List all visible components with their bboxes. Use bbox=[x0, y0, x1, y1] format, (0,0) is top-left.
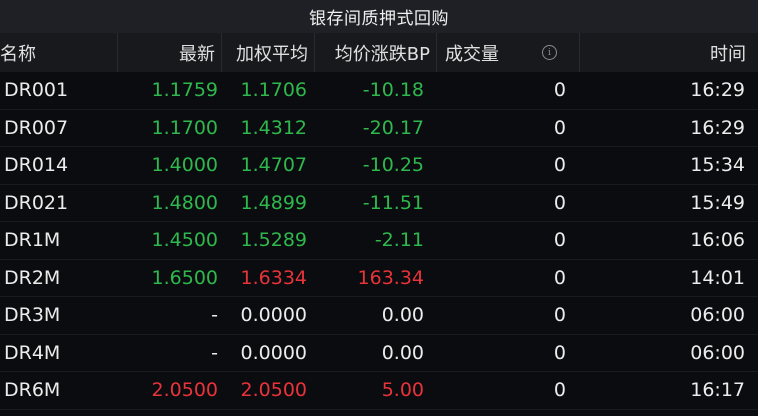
cell-weighted-avg: 1.4707 bbox=[240, 154, 307, 177]
table-row[interactable]: DR6M 2.0500 2.0500 5.00 0 16:17 bbox=[0, 372, 758, 410]
cell-time: 15:34 bbox=[690, 154, 745, 177]
repo-quote-panel: 银存间质押式回购 名称 最新 加权平均 均价涨跌BP 成交量 i 时间 DR00… bbox=[0, 0, 758, 416]
cell-time: 16:06 bbox=[690, 229, 745, 252]
cell-bp-change: -11.51 bbox=[362, 191, 424, 214]
cell-name: DR3M bbox=[4, 304, 61, 327]
table-row[interactable]: DR3M - 0.0000 0.00 0 06:00 bbox=[0, 297, 758, 335]
cell-weighted-avg: 0.0000 bbox=[240, 341, 307, 364]
info-icon[interactable]: i bbox=[542, 45, 557, 60]
cell-volume: 0 bbox=[553, 266, 566, 289]
cell-weighted-avg: 1.4899 bbox=[240, 191, 307, 214]
cell-last: 1.1700 bbox=[151, 116, 218, 139]
table-row[interactable]: DR4M - 0.0000 0.00 0 06:00 bbox=[0, 335, 758, 372]
cell-last: - bbox=[211, 304, 218, 327]
cell-name: DR014 bbox=[4, 154, 69, 177]
cell-volume: 0 bbox=[553, 116, 566, 139]
cell-last: 1.4800 bbox=[151, 191, 218, 214]
table-row[interactable]: DR2M 1.6500 1.6334 163.34 0 14:01 bbox=[0, 260, 758, 297]
panel-title: 银存间质押式回购 bbox=[0, 0, 758, 33]
cell-weighted-avg: 1.4312 bbox=[240, 116, 307, 139]
column-header-last-label: 最新 bbox=[179, 43, 215, 65]
cell-volume: 0 bbox=[553, 79, 566, 102]
cell-volume: 0 bbox=[553, 379, 566, 402]
cell-weighted-avg: 1.5289 bbox=[240, 229, 307, 252]
cell-bp-change: -20.17 bbox=[362, 116, 424, 139]
cell-name: DR2M bbox=[4, 266, 61, 289]
table-body: DR001 1.1759 1.1706 -10.18 0 16:29 DR007… bbox=[0, 72, 758, 410]
cell-time: 15:49 bbox=[690, 191, 745, 214]
table-row[interactable]: DR021 1.4800 1.4899 -11.51 0 15:49 bbox=[0, 185, 758, 222]
cell-name: DR001 bbox=[4, 79, 69, 102]
cell-bp-change: -10.18 bbox=[362, 79, 424, 102]
cell-time: 16:29 bbox=[690, 79, 745, 102]
cell-volume: 0 bbox=[553, 191, 566, 214]
cell-time: 06:00 bbox=[690, 341, 745, 364]
cell-time: 14:01 bbox=[690, 266, 745, 289]
table-header: 名称 最新 加权平均 均价涨跌BP 成交量 i 时间 bbox=[0, 33, 758, 72]
cell-last: 1.4000 bbox=[151, 154, 218, 177]
table-row[interactable]: DR1M 1.4500 1.5289 -2.11 0 16:06 bbox=[0, 222, 758, 260]
cell-name: DR007 bbox=[4, 116, 69, 139]
column-header-weighted-avg[interactable]: 加权平均 bbox=[222, 33, 315, 72]
cell-last: 1.1759 bbox=[151, 79, 218, 102]
cell-last: 2.0500 bbox=[151, 379, 218, 402]
column-header-volume-label: 成交量 bbox=[445, 43, 499, 65]
cell-weighted-avg: 1.1706 bbox=[240, 79, 307, 102]
cell-bp-change: -10.25 bbox=[362, 154, 424, 177]
cell-name: DR021 bbox=[4, 191, 69, 214]
cell-last: 1.6500 bbox=[151, 266, 218, 289]
cell-volume: 0 bbox=[553, 154, 566, 177]
cell-volume: 0 bbox=[553, 304, 566, 327]
column-header-weighted-avg-label: 加权平均 bbox=[236, 43, 308, 65]
cell-last: - bbox=[211, 341, 218, 364]
cell-weighted-avg: 0.0000 bbox=[240, 304, 307, 327]
cell-bp-change: 0.00 bbox=[381, 304, 424, 327]
cell-weighted-avg: 2.0500 bbox=[240, 379, 307, 402]
column-header-bp-change-label: 均价涨跌BP bbox=[334, 43, 430, 65]
cell-volume: 0 bbox=[553, 229, 566, 252]
cell-bp-change: 0.00 bbox=[381, 341, 424, 364]
column-header-time[interactable]: 时间 bbox=[580, 33, 758, 72]
cell-bp-change: -2.11 bbox=[374, 229, 424, 252]
cell-last: 1.4500 bbox=[151, 229, 218, 252]
cell-name: DR1M bbox=[4, 229, 61, 252]
column-header-name[interactable]: 名称 bbox=[0, 33, 118, 72]
cell-bp-change: 163.34 bbox=[357, 266, 424, 289]
column-header-last[interactable]: 最新 bbox=[118, 33, 222, 72]
table-row[interactable]: DR014 1.4000 1.4707 -10.25 0 15:34 bbox=[0, 147, 758, 185]
table-row[interactable]: DR007 1.1700 1.4312 -20.17 0 16:29 bbox=[0, 110, 758, 147]
cell-time: 06:00 bbox=[690, 304, 745, 327]
cell-time: 16:29 bbox=[690, 116, 745, 139]
column-header-name-label: 名称 bbox=[0, 43, 36, 65]
panel-title-text: 银存间质押式回购 bbox=[309, 9, 449, 29]
column-header-volume[interactable]: 成交量 i bbox=[437, 33, 580, 72]
cell-name: DR4M bbox=[4, 341, 61, 364]
cell-bp-change: 5.00 bbox=[381, 379, 424, 402]
table-row[interactable]: DR001 1.1759 1.1706 -10.18 0 16:29 bbox=[0, 72, 758, 110]
cell-time: 16:17 bbox=[690, 379, 745, 402]
cell-name: DR6M bbox=[4, 379, 61, 402]
cell-weighted-avg: 1.6334 bbox=[240, 266, 307, 289]
column-header-bp-change[interactable]: 均价涨跌BP bbox=[315, 33, 437, 72]
column-header-time-label: 时间 bbox=[710, 43, 746, 65]
cell-volume: 0 bbox=[553, 341, 566, 364]
